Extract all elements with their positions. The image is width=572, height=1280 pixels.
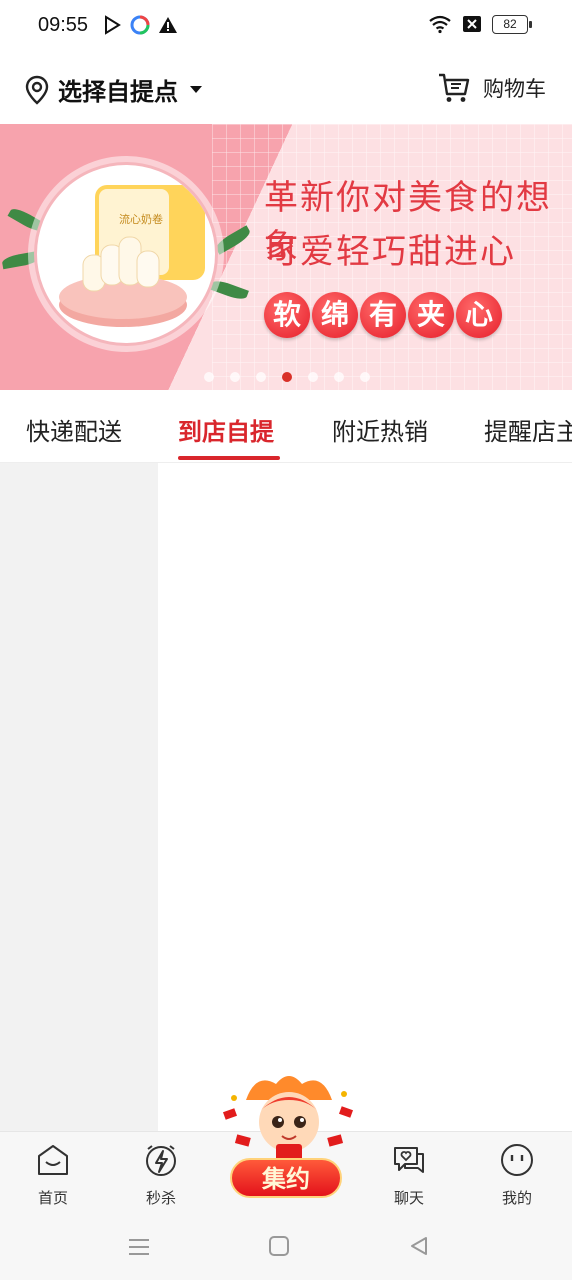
active-tab-indicator [178, 456, 280, 460]
home-square-icon[interactable] [268, 1235, 290, 1257]
chat-heart-icon [394, 1147, 424, 1173]
banner-pill: 有 [360, 292, 406, 338]
carousel-dot[interactable] [256, 372, 266, 382]
banner-pill: 夹 [408, 292, 454, 338]
product-list-area[interactable] [158, 463, 572, 1131]
product-box-text: 流心奶卷 [119, 214, 163, 226]
back-icon[interactable] [408, 1235, 430, 1257]
dragon-mascot-icon [222, 1076, 354, 1164]
tab-remind-owner[interactable]: 提醒店主 [484, 412, 572, 447]
nav-chat[interactable]: 聊天 [369, 1142, 449, 1208]
product-image: 流心奶卷 [34, 162, 218, 346]
nav-mine-label: 我的 [501, 1190, 532, 1207]
lightning-icon [146, 1145, 176, 1176]
pickup-location-selector[interactable]: 选择自提点 [24, 72, 202, 107]
carousel-dot[interactable] [204, 372, 214, 382]
cart-button[interactable]: 购物车 [437, 72, 546, 104]
nav-flash-sale[interactable]: 秒杀 [121, 1142, 201, 1208]
battery-indicator: 82 [492, 14, 532, 34]
status-notification-icons [102, 15, 178, 35]
play-store-icon [105, 15, 121, 35]
banner-pill: 软 [264, 292, 310, 338]
warning-icon [159, 17, 177, 33]
banner-headline-2: 可爱轻巧甜进心 [264, 233, 516, 271]
tab-store-pickup[interactable]: 到店自提 [178, 412, 274, 447]
carousel-dot[interactable] [230, 372, 240, 382]
no-sim-icon [463, 16, 481, 32]
tab-nearby-hot[interactable]: 附近热销 [332, 412, 428, 447]
status-bar: 09:55 82 [0, 0, 572, 52]
carousel-dot-active[interactable] [282, 372, 292, 382]
cart-icon [439, 73, 470, 102]
home-icon [38, 1145, 68, 1175]
milk-roll-product-illustration [59, 185, 205, 327]
menu-icon[interactable] [127, 1237, 151, 1257]
banner-pill: 绵 [312, 292, 358, 338]
banner-pill: 心 [456, 292, 502, 338]
nav-chat-label: 聊天 [393, 1190, 424, 1207]
jiyue-promo-label: 集约 [230, 1158, 342, 1198]
banner-pill-row: 软 绵 有 夹 心 [264, 292, 502, 338]
pickup-location-label: 选择自提点 [58, 79, 178, 106]
nav-home-label: 首页 [37, 1190, 68, 1207]
tab-express-delivery[interactable]: 快递配送 [26, 412, 122, 447]
carousel-dot[interactable] [360, 372, 370, 382]
header: 选择自提点 购物车 [0, 52, 572, 124]
cart-label: 购物车 [483, 78, 546, 101]
status-time: 09:55 [38, 14, 89, 36]
jiyue-promo-button[interactable]: 集约 [216, 1070, 362, 1210]
promo-banner[interactable]: 流心奶卷 革新你对美食的想象 可爱轻巧甜进心 软 绵 有 夹 心 [0, 124, 572, 390]
chevron-down-icon [190, 86, 202, 93]
delivery-tabs: 快递配送 到店自提 附近热销 提醒店主 [0, 390, 572, 463]
smiley-face-icon [501, 1144, 533, 1176]
nav-home[interactable]: 首页 [13, 1142, 93, 1208]
wifi-icon [429, 15, 451, 34]
category-sidebar[interactable] [0, 463, 158, 1131]
app-color-icon [130, 15, 150, 35]
carousel-dot[interactable] [334, 372, 344, 382]
status-right-icons: 82 [428, 14, 532, 34]
nav-flash-sale-label: 秒杀 [145, 1190, 176, 1207]
nav-mine[interactable]: 我的 [477, 1142, 557, 1208]
system-nav-bar [0, 1219, 572, 1280]
carousel-indicator [204, 372, 370, 382]
location-pin-icon [25, 75, 49, 105]
carousel-dot[interactable] [308, 372, 318, 382]
